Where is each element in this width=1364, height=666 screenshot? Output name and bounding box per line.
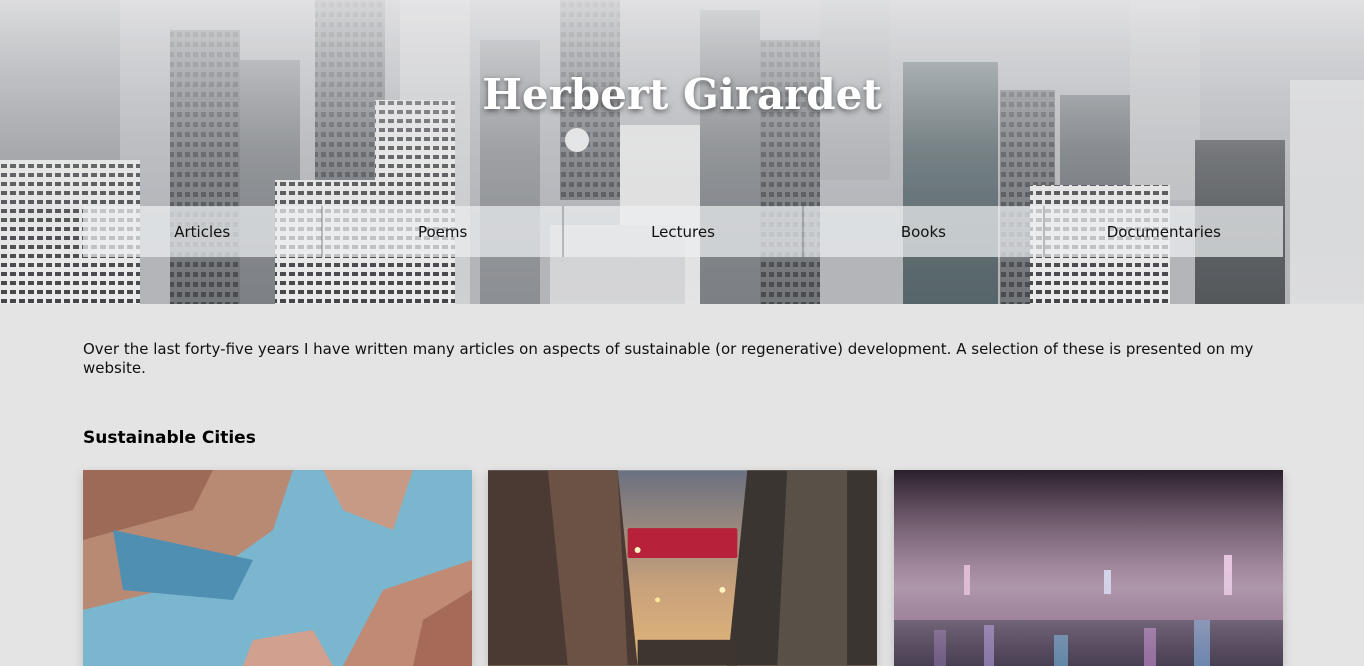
foggy-city-night-image [894,470,1283,666]
intro-paragraph: Over the last forty-five years I have wr… [83,340,1254,377]
city-skyline-image [0,0,1364,304]
article-card-city-street[interactable] [488,470,877,666]
main-nav: Articles Poems Lectures Books Documentar… [83,206,1284,257]
nav-item-books[interactable]: Books [804,206,1045,257]
article-card-foggy-city[interactable] [894,470,1283,666]
city-street-christmas-banner-image [488,470,877,666]
nav-item-poems[interactable]: Poems [323,206,564,257]
card-grid [83,470,1283,666]
nav-item-lectures[interactable]: Lectures [563,206,805,257]
skyscrapers-looking-up-image [83,470,472,666]
section-title: Sustainable Cities [83,428,256,448]
hero-banner: Herbert Girardet Articles Poems Lectures… [0,0,1364,304]
article-card-skyscrapers[interactable] [83,470,472,666]
nav-item-articles[interactable]: Articles [83,206,324,257]
site-title[interactable]: Herbert Girardet [0,70,1364,119]
nav-item-documentaries[interactable]: Documentaries [1044,206,1284,257]
